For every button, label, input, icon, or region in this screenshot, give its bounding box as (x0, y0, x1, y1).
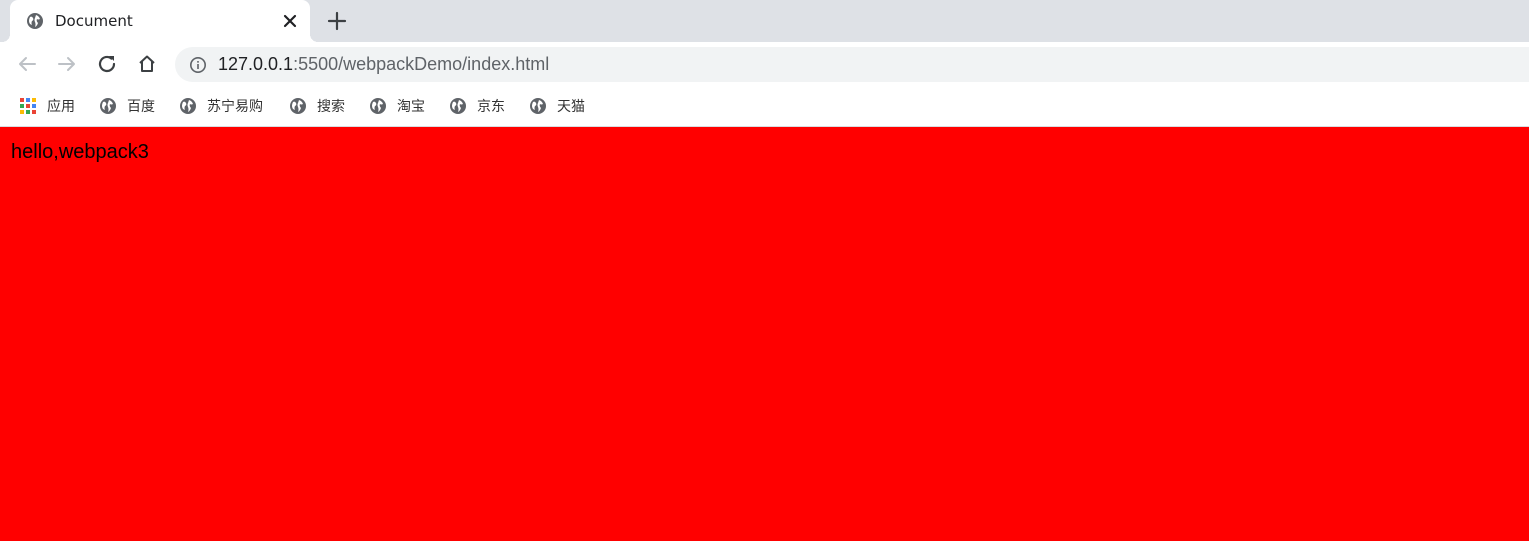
bookmark-label: 百度 (127, 99, 155, 115)
reload-icon[interactable] (95, 52, 119, 76)
bookmark-suning[interactable]: 苏宁易购 (179, 96, 263, 116)
url-text[interactable]: 127.0.0.1:5500/webpackDemo/index.html (218, 54, 549, 75)
bookmark-jd[interactable]: 京东 (449, 96, 505, 116)
back-arrow-icon[interactable] (15, 52, 39, 76)
bookmark-taobao[interactable]: 淘宝 (369, 96, 425, 116)
new-tab-plus-icon[interactable] (326, 10, 348, 32)
apps-grid-icon (20, 98, 36, 114)
tab-title: Document (55, 12, 133, 30)
globe-icon (27, 13, 43, 29)
globe-icon (290, 98, 306, 114)
bookmark-baidu[interactable]: 百度 (99, 96, 155, 116)
globe-icon (100, 98, 116, 114)
bookmark-label: 淘宝 (397, 99, 425, 115)
url-path: :5500/webpackDemo/index.html (293, 54, 550, 74)
info-icon[interactable] (189, 56, 207, 74)
bookmark-apps[interactable]: 应用 (19, 96, 75, 116)
bookmark-search[interactable]: 搜索 (289, 96, 345, 116)
close-icon[interactable] (281, 12, 299, 30)
tab-strip: Document (0, 0, 1529, 42)
address-bar[interactable]: 127.0.0.1:5500/webpackDemo/index.html (175, 47, 1529, 82)
globe-icon (530, 98, 546, 114)
bookmark-label: 苏宁易购 (207, 99, 263, 115)
home-icon[interactable] (135, 52, 159, 76)
bookmark-tmall[interactable]: 天猫 (529, 96, 585, 116)
bookmark-label: 搜索 (317, 99, 345, 115)
bookmark-label: 应用 (47, 99, 75, 115)
toolbar: 127.0.0.1:5500/webpackDemo/index.html (0, 42, 1529, 86)
bookmark-label: 京东 (477, 99, 505, 115)
globe-icon (180, 98, 196, 114)
globe-icon (450, 98, 466, 114)
page-content: hello,webpack3 (0, 128, 1529, 541)
globe-icon (370, 98, 386, 114)
url-host: 127.0.0.1 (218, 54, 294, 74)
bookmark-label: 天猫 (557, 99, 585, 115)
forward-arrow-icon[interactable] (55, 52, 79, 76)
bookmarks-bar: 应用 百度 苏宁易购 搜索 淘宝 京东 天猫 (0, 86, 1529, 127)
tab-document[interactable]: Document (2, 0, 318, 42)
page-text: hello,webpack3 (11, 141, 149, 163)
